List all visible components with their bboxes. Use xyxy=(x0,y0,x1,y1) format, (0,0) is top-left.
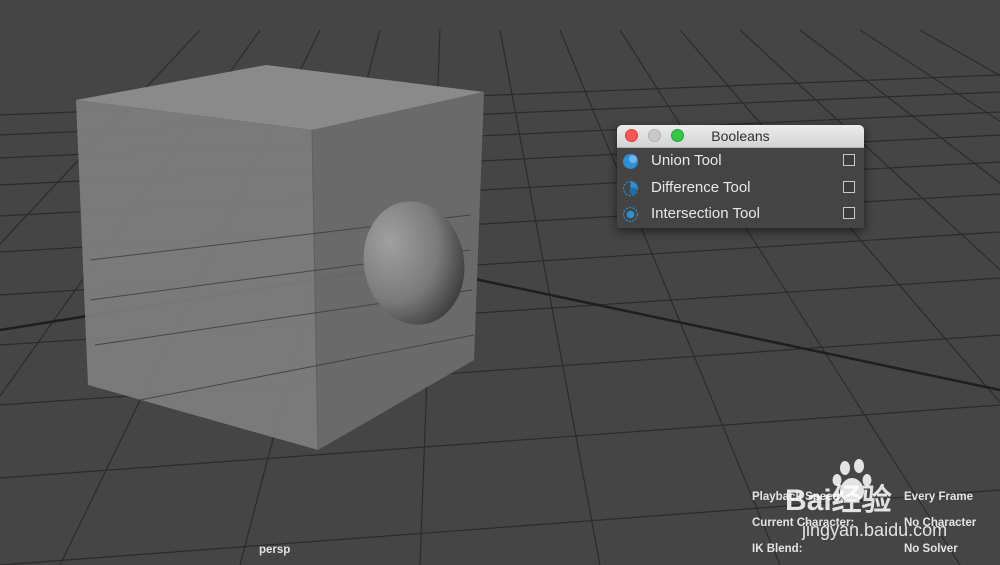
union-tool-label: Union Tool xyxy=(651,152,722,169)
intersection-tool-checkbox[interactable] xyxy=(843,207,855,219)
difference-tool-checkbox[interactable] xyxy=(843,180,855,193)
watermark-url: jingyan.baidu.com xyxy=(802,520,948,540)
ik-blend-value: No Solver xyxy=(904,543,958,555)
intersection-tool-label: Intersection Tool xyxy=(651,205,760,222)
difference-tool-label: Difference Tool xyxy=(651,178,751,196)
union-tool-checkbox[interactable] xyxy=(843,154,855,166)
ik-blend-label: IK Blend: xyxy=(752,543,803,555)
difference-tool-item[interactable]: Difference Tool xyxy=(617,175,864,202)
intersection-icon xyxy=(622,206,639,223)
booleans-window[interactable]: Booleans Union Tool Difference Tool Inte… xyxy=(617,125,864,228)
camera-label: persp xyxy=(259,544,291,556)
union-tool-item[interactable]: Union Tool xyxy=(617,148,864,175)
union-icon xyxy=(623,154,638,169)
difference-icon xyxy=(622,180,639,196)
intersection-tool-item[interactable]: Intersection Tool xyxy=(617,201,864,228)
window-titlebar[interactable]: Booleans xyxy=(617,125,864,148)
watermark-brand-text: Bai经验 xyxy=(785,483,892,517)
window-title: Booleans xyxy=(711,128,770,144)
